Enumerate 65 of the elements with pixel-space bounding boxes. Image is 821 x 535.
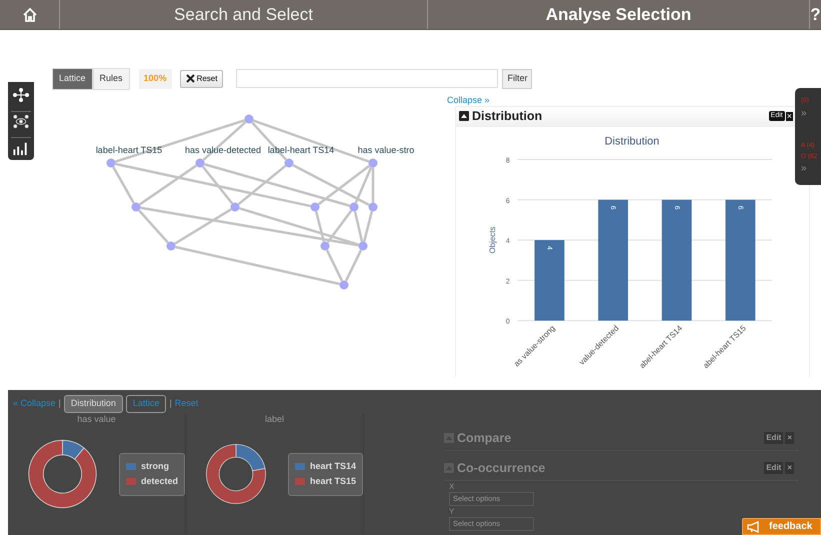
panel-tab[interactable]: Distribution	[64, 395, 123, 412]
zoom-level: 100%	[138, 69, 172, 88]
axis-title: Objects	[488, 226, 497, 254]
panel-title: Co-occurrence	[457, 460, 546, 477]
panel-title: Compare	[457, 430, 512, 447]
node-label: label-heart TS15	[96, 144, 162, 154]
nav-tab[interactable]: Search and Select	[174, 2, 313, 28]
panel-tab[interactable]: Lattice	[126, 395, 166, 412]
reset-button[interactable]: Reset	[180, 70, 224, 88]
node-label: has value-stro	[358, 144, 414, 154]
edit-button[interactable]: Edit	[764, 462, 784, 474]
field-label: Y	[449, 508, 456, 516]
lattice-edge	[362, 210, 374, 242]
feedback-label: feedback	[769, 520, 812, 534]
lattice-node[interactable]	[310, 202, 320, 211]
network-icon[interactable]	[11, 85, 31, 105]
expand-icon[interactable]: »	[801, 163, 821, 176]
collapse-link[interactable]: Collapse »	[447, 94, 490, 104]
nav-tab[interactable]: Analyse Selection	[546, 2, 692, 28]
home-icon[interactable]	[22, 6, 38, 22]
legend-label: heart TS15	[310, 475, 356, 488]
field-label: X	[449, 482, 456, 490]
filter-button[interactable]: Filter	[502, 69, 532, 88]
panel-title: Distribution	[472, 108, 542, 125]
close-button[interactable]: ×	[785, 462, 794, 474]
lattice-node[interactable]	[340, 280, 348, 289]
node-label: has value-detected	[184, 144, 262, 154]
close-icon	[186, 74, 195, 84]
edit-button[interactable]: Edit	[764, 432, 784, 444]
lattice-node[interactable]	[244, 114, 254, 123]
lattice-edge	[344, 249, 362, 281]
lattice-node[interactable]	[106, 158, 116, 167]
megaphone-icon	[747, 520, 761, 532]
reset-link[interactable]: Reset	[174, 397, 198, 410]
section-title: has value	[76, 412, 117, 426]
lattice-node[interactable]	[166, 241, 176, 250]
collapse-link[interactable]: « Collapse	[13, 397, 56, 410]
filter-field[interactable]	[236, 69, 498, 88]
feedback-button[interactable]: feedback	[742, 518, 821, 535]
help-button[interactable]: ?	[810, 2, 821, 28]
view-tab[interactable]: Lattice	[52, 68, 93, 90]
lattice-node[interactable]	[284, 158, 294, 167]
lattice-node[interactable]	[368, 158, 378, 167]
lattice-node[interactable]	[368, 202, 378, 211]
graph-icon[interactable]	[11, 111, 31, 131]
section-title: label	[264, 412, 285, 426]
view-tab[interactable]: Rules	[92, 68, 130, 90]
lattice-node[interactable]	[132, 202, 140, 211]
lattice-node[interactable]	[358, 241, 368, 250]
bar-chart-icon[interactable]	[11, 137, 31, 157]
lattice-node[interactable]	[350, 202, 358, 211]
lattice-node[interactable]	[320, 241, 330, 250]
separator: |	[169, 397, 172, 410]
legend-label: heart TS14	[310, 460, 356, 472]
expand-icon[interactable]: »	[801, 108, 821, 120]
collapse-icon[interactable]	[459, 111, 469, 121]
separator: |	[58, 397, 61, 410]
lattice-node[interactable]	[230, 202, 240, 211]
chart-title: Distribution	[604, 135, 660, 148]
close-button[interactable]: ×	[786, 112, 793, 120]
node-label: label-heart TS14	[268, 144, 334, 154]
lattice-node[interactable]	[196, 158, 204, 167]
close-button[interactable]: ×	[785, 432, 794, 444]
legend-label: strong	[140, 460, 169, 473]
legend-label: detected	[140, 475, 178, 488]
